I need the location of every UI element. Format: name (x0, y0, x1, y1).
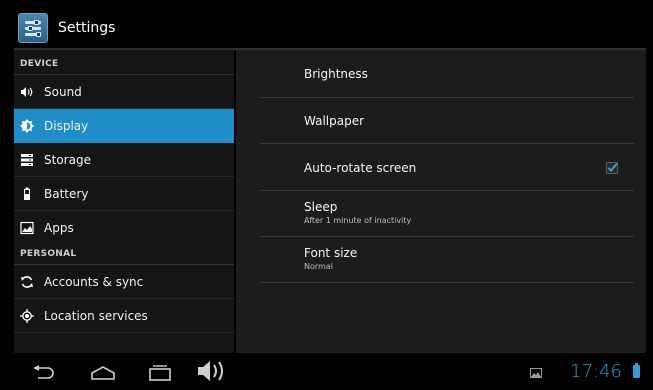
pref-summary: After 1 minute of inactivity (304, 216, 412, 225)
display-settings-pane: Brightness Wallpaper Auto-rotate screen … (236, 50, 646, 353)
sidebar-item-label: Location services (44, 308, 148, 323)
pref-title: Wallpaper (304, 114, 365, 128)
auto-rotate-checkbox[interactable] (606, 162, 618, 174)
section-header-personal: PERSONAL (14, 245, 234, 265)
pref-title: Brightness (304, 67, 368, 81)
recent-apps-icon[interactable] (148, 364, 172, 382)
status-battery-icon (633, 363, 640, 378)
sync-icon (20, 275, 34, 289)
storage-icon (20, 153, 34, 167)
font-size-pref[interactable]: Font size Normal (260, 237, 634, 283)
sidebar-item-sound[interactable]: Sound (14, 75, 234, 109)
status-clock: 17:46 (570, 361, 622, 382)
home-icon[interactable] (90, 365, 116, 381)
sidebar-item-label: Accounts & sync (44, 274, 144, 289)
pref-title: Font size (304, 246, 358, 260)
auto-rotate-pref[interactable]: Auto-rotate screen (260, 144, 634, 191)
sidebar-item-label: Storage (44, 152, 91, 167)
sidebar-item-label: Display (44, 118, 89, 133)
wallpaper-pref[interactable]: Wallpaper (260, 98, 634, 144)
sidebar-item-battery[interactable]: Battery (14, 177, 234, 211)
tablet-screen: Settings DEVICE Sound Display Storage Ba… (14, 8, 646, 390)
sidebar-item-apps[interactable]: Apps (14, 211, 234, 245)
back-icon[interactable] (32, 365, 56, 381)
sidebar-item-label: Apps (44, 221, 74, 235)
section-header-device: DEVICE (14, 50, 234, 75)
sidebar-item-label: Battery (44, 186, 89, 201)
settings-sidebar: DEVICE Sound Display Storage Battery App… (14, 50, 234, 353)
volume-icon[interactable] (196, 359, 228, 383)
pref-title: Sleep (304, 200, 338, 214)
apps-icon (20, 221, 34, 235)
sidebar-item-storage[interactable]: Storage (14, 143, 234, 177)
settings-app-icon[interactable] (18, 13, 48, 43)
page-title: Settings (58, 20, 116, 36)
location-icon (20, 308, 34, 323)
speaker-icon (20, 85, 34, 99)
sidebar-item-location-services[interactable]: Location services (14, 299, 234, 333)
brightness-pref[interactable]: Brightness (260, 50, 634, 98)
action-bar: Settings (14, 8, 646, 48)
brightness-icon (20, 118, 34, 133)
system-nav-bar: 17:46 (14, 353, 646, 390)
sidebar-item-label: Sound (44, 84, 82, 99)
sidebar-item-accounts-sync[interactable]: Accounts & sync (14, 265, 234, 299)
screenshot-notification-icon[interactable] (530, 368, 542, 378)
pref-title: Auto-rotate screen (304, 161, 417, 175)
battery-icon (20, 187, 34, 201)
sidebar-item-display[interactable]: Display (14, 109, 234, 143)
pref-summary: Normal (304, 262, 333, 271)
sleep-pref[interactable]: Sleep After 1 minute of inactivity (260, 191, 634, 237)
